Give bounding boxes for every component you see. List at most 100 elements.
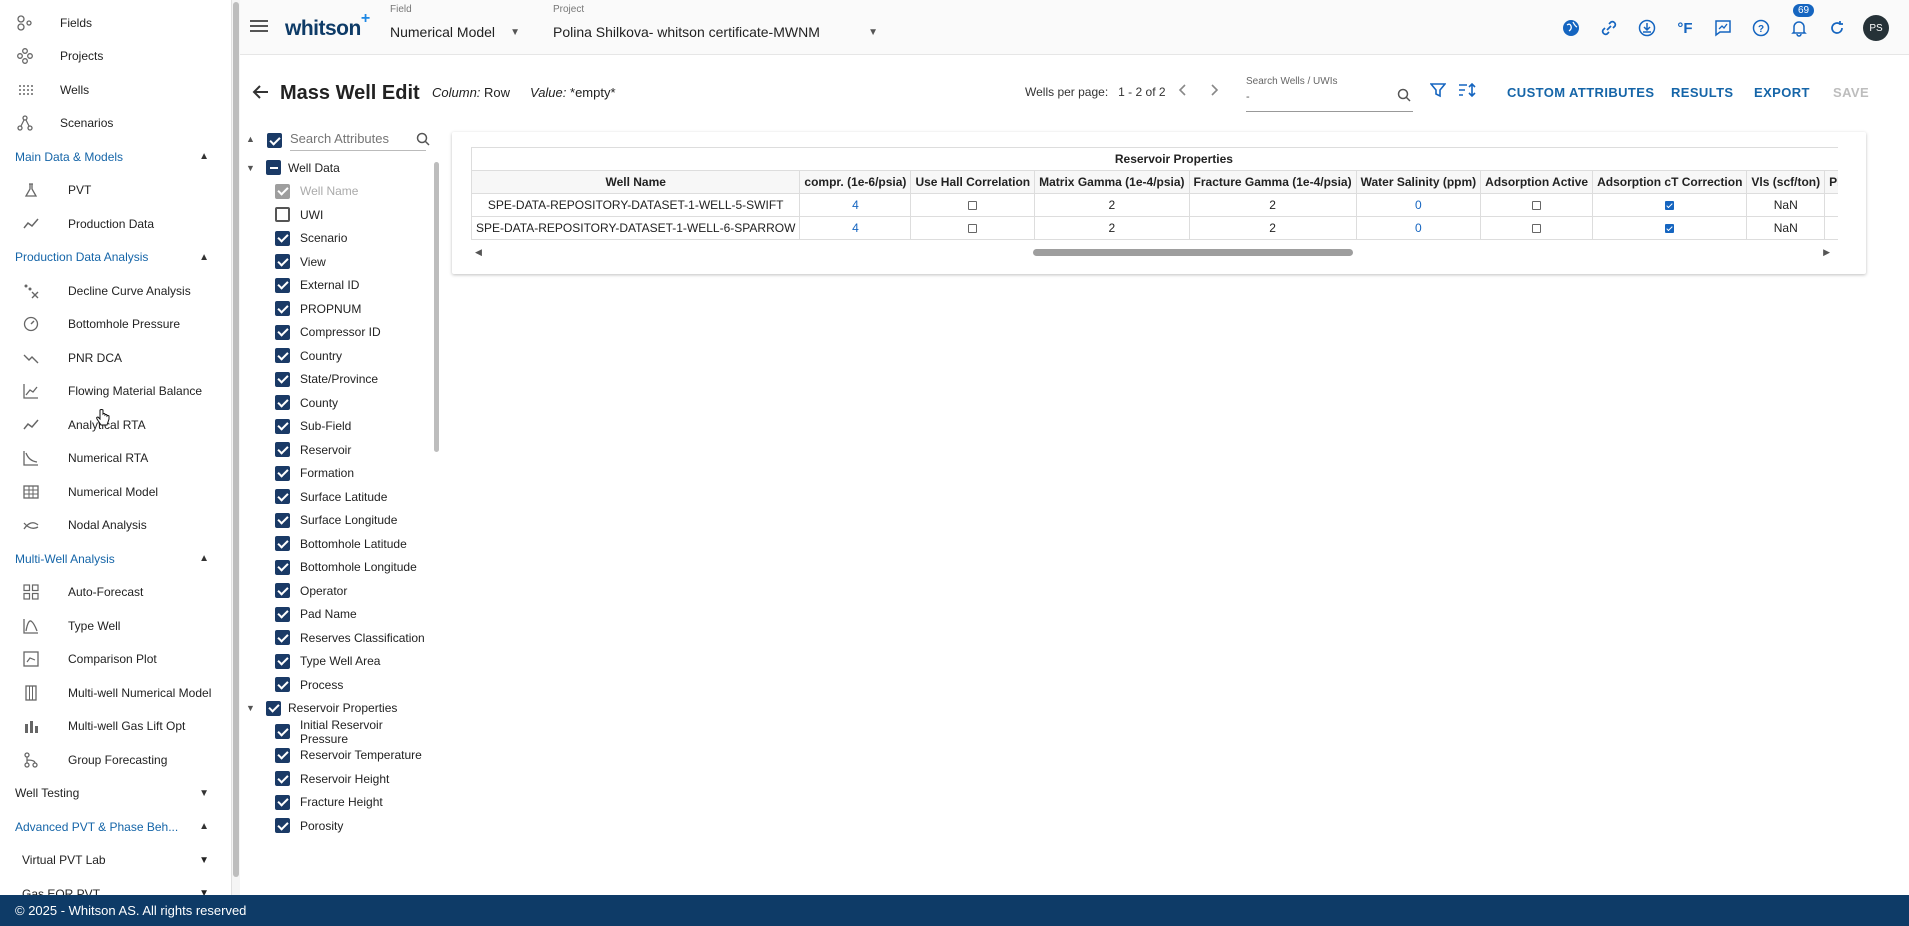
nav-production-data[interactable]: Production Data <box>0 207 231 241</box>
tree-item[interactable]: Scenario <box>244 227 434 251</box>
tree-item[interactable]: Operator <box>244 579 434 603</box>
cell-compr[interactable]: 4 <box>799 216 912 240</box>
cell-checkbox[interactable] <box>1532 224 1542 234</box>
tree-item[interactable]: Process <box>244 673 434 697</box>
cell-fgamma[interactable]: 2 <box>1188 193 1357 217</box>
tree-item[interactable]: County <box>244 391 434 415</box>
cell-salinity[interactable]: 0 <box>1355 193 1482 217</box>
attribute-checkbox[interactable] <box>275 489 290 505</box>
export-button[interactable]: EXPORT <box>1754 85 1810 100</box>
refresh-icon[interactable] <box>1825 16 1849 40</box>
nav-auto-forecast[interactable]: Auto-Forecast <box>0 576 231 610</box>
attribute-checkbox[interactable] <box>275 254 290 270</box>
tree-item[interactable]: Porosity <box>244 814 434 838</box>
expand-toggle-icon[interactable]: ▼ <box>244 703 264 713</box>
cell-checkbox[interactable] <box>968 224 978 234</box>
attribute-checkbox[interactable] <box>275 230 290 246</box>
attribute-checkbox[interactable] <box>275 747 290 763</box>
search-icon[interactable] <box>1397 88 1411 105</box>
group-checkbox[interactable] <box>266 700 281 716</box>
tree-group-reservoir-properties[interactable]: ▼ Reservoir Properties <box>244 697 434 721</box>
project-selector[interactable]: Project Polina Shilkova- whitson certifi… <box>553 4 878 40</box>
save-button[interactable]: SAVE <box>1833 85 1869 100</box>
cell-salinity[interactable]: 0 <box>1355 216 1482 240</box>
section-advanced-pvt[interactable]: Advanced PVT & Phase Beh... ▲ <box>0 810 231 844</box>
tree-scrollbar-thumb[interactable] <box>434 162 439 452</box>
section-well-testing[interactable]: Well Testing ▼ <box>0 777 231 811</box>
cell-adsct[interactable] <box>1592 216 1748 240</box>
globe-icon[interactable] <box>1559 16 1583 40</box>
cell-checkbox[interactable] <box>968 201 978 211</box>
tree-item[interactable]: Formation <box>244 462 434 486</box>
help-icon[interactable]: ? <box>1749 16 1773 40</box>
attribute-checkbox[interactable] <box>275 630 290 646</box>
tree-item[interactable]: Reservoir <box>244 438 434 462</box>
tree-item[interactable]: Reserves Classification <box>244 626 434 650</box>
tree-item[interactable]: View <box>244 250 434 274</box>
nav-wells[interactable]: Wells <box>0 73 231 107</box>
tree-item[interactable]: Reservoir Temperature <box>244 744 434 768</box>
back-arrow-icon[interactable] <box>252 83 270 106</box>
tree-item[interactable]: External ID <box>244 274 434 298</box>
search-wells-input[interactable] <box>1246 91 1386 103</box>
tree-item[interactable]: Country <box>244 344 434 368</box>
cell-fgamma[interactable]: 2 <box>1188 216 1357 240</box>
cell-hall[interactable] <box>910 216 1036 240</box>
attribute-checkbox[interactable] <box>275 724 290 740</box>
tree-item[interactable]: Bottomhole Latitude <box>244 532 434 556</box>
scroll-right-icon[interactable]: ▶ <box>1823 247 1830 258</box>
nav-projects[interactable]: Projects <box>0 40 231 74</box>
nav-type-well[interactable]: Type Well <box>0 609 231 643</box>
nav-fmb[interactable]: Flowing Material Balance <box>0 375 231 409</box>
whitson-logo[interactable]: whitson+ <box>285 10 370 41</box>
link-icon[interactable] <box>1597 16 1621 40</box>
results-button[interactable]: RESULTS <box>1671 85 1734 100</box>
sort-icon[interactable] <box>1458 82 1476 101</box>
avatar[interactable]: PS <box>1863 15 1889 41</box>
tree-item[interactable]: PROPNUM <box>244 297 434 321</box>
tree-group-well-data[interactable]: ▼ Well Data <box>244 156 434 180</box>
nav-bhp[interactable]: Bottomhole Pressure <box>0 308 231 342</box>
nav-pvt[interactable]: PVT <box>0 174 231 208</box>
cell-pls[interactable] <box>1824 193 1838 217</box>
cell-vls[interactable]: NaN <box>1746 193 1826 217</box>
attribute-checkbox[interactable] <box>275 653 290 669</box>
attribute-checkbox[interactable] <box>275 512 290 528</box>
section-main-data[interactable]: Main Data & Models ▲ <box>0 140 231 174</box>
field-selector[interactable]: Field Numerical Model ▼ <box>390 4 520 40</box>
attribute-checkbox[interactable] <box>275 559 290 575</box>
column-header[interactable]: Fracture Gamma (1e-4/psia) <box>1188 170 1357 194</box>
tree-item[interactable]: Well Name <box>244 180 434 204</box>
cell-well[interactable]: SPE-DATA-REPOSITORY-DATASET-1-WELL-5-SWI… <box>471 193 801 217</box>
attribute-checkbox[interactable] <box>275 301 290 317</box>
filter-icon[interactable] <box>1429 82 1447 101</box>
sidebar-scrollbar-thumb[interactable] <box>233 2 239 877</box>
tree-item[interactable]: Type Well Area <box>244 650 434 674</box>
nav-numerical-model[interactable]: Numerical Model <box>0 475 231 509</box>
section-multi-well[interactable]: Multi-Well Analysis ▲ <box>0 542 231 576</box>
subsection-gas-eor-pvt[interactable]: Gas EOR PVT ▼ <box>0 877 231 895</box>
cell-adsct[interactable] <box>1592 193 1748 217</box>
horizontal-scrollbar-thumb[interactable] <box>1033 249 1353 256</box>
download-icon[interactable] <box>1635 16 1659 40</box>
cell-pls[interactable] <box>1824 216 1838 240</box>
nav-pnr-dca[interactable]: PNR DCA <box>0 341 231 375</box>
search-wells-field[interactable]: Search Wells / UWIs <box>1246 76 1413 112</box>
scroll-left-icon[interactable]: ◀ <box>475 247 482 258</box>
cell-vls[interactable]: NaN <box>1746 216 1826 240</box>
attribute-checkbox[interactable] <box>275 818 290 834</box>
attribute-checkbox[interactable] <box>275 207 290 223</box>
nav-dca[interactable]: Decline Curve Analysis <box>0 274 231 308</box>
cell-checkbox[interactable] <box>1665 201 1675 211</box>
attribute-checkbox[interactable] <box>275 465 290 481</box>
nav-comparison-plot[interactable]: Comparison Plot <box>0 643 231 677</box>
tree-item[interactable]: Bottomhole Longitude <box>244 556 434 580</box>
nav-group-forecasting[interactable]: Group Forecasting <box>0 743 231 777</box>
nav-scenarios[interactable]: Scenarios <box>0 107 231 141</box>
nav-fields[interactable]: Fields <box>0 6 231 40</box>
tree-item[interactable]: Surface Longitude <box>244 509 434 533</box>
attribute-checkbox[interactable] <box>275 395 290 411</box>
select-all-checkbox[interactable] <box>267 133 282 148</box>
column-header[interactable]: compr. (1e-6/psia) <box>799 170 912 194</box>
cell-compr[interactable]: 4 <box>799 193 912 217</box>
